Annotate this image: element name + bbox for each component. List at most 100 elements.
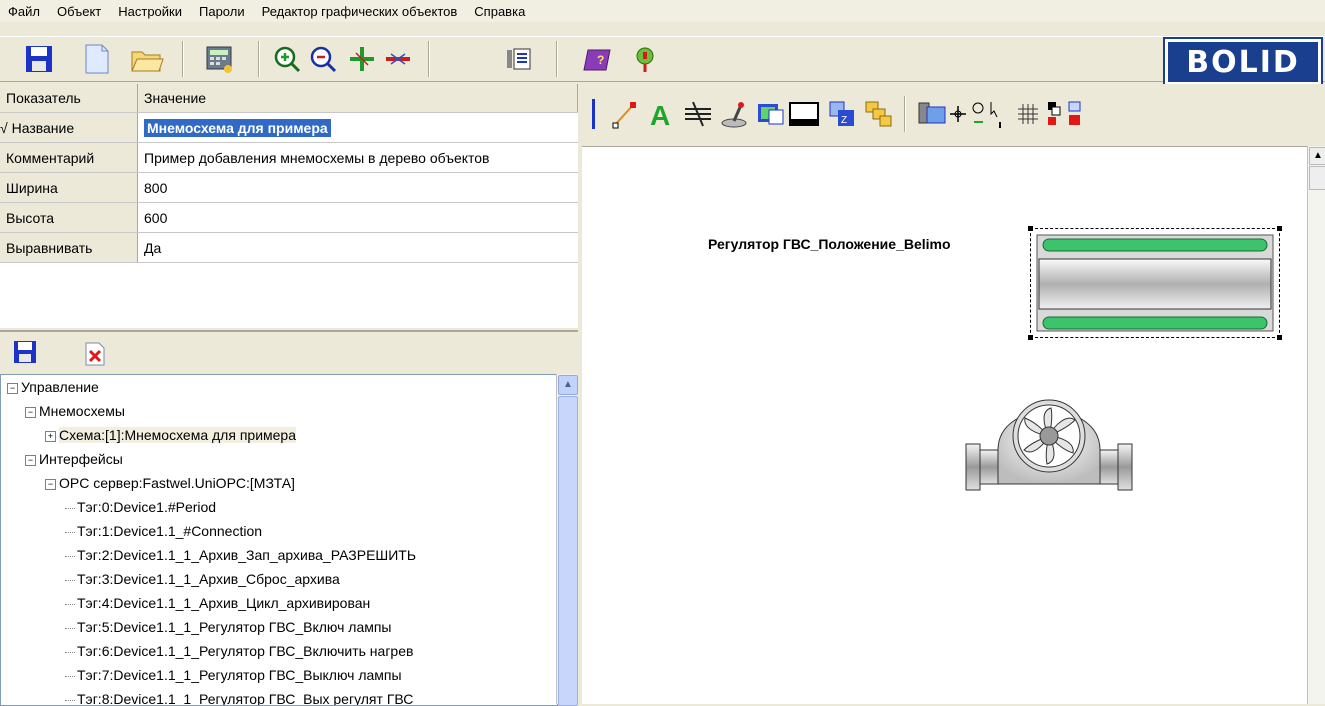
menu-graphics-editor[interactable]: Редактор графических объектов [254, 4, 467, 19]
valve-belimo-widget[interactable] [1028, 226, 1282, 340]
grid-icon[interactable] [1012, 98, 1044, 130]
tree-item[interactable]: Тэг:0:Device1.#Period [1, 495, 557, 519]
tree-item[interactable]: Тэг:6:Device1.1_1_Регулятор ГВС_Включить… [1, 639, 557, 663]
info-icon[interactable] [628, 42, 662, 76]
tree-item[interactable]: Тэг:2:Device1.1_1_Архив_Зап_архива_РАЗРЕ… [1, 543, 557, 567]
resize-handle[interactable] [1028, 335, 1033, 340]
save-icon[interactable] [22, 42, 56, 76]
tree-item[interactable]: Тэг:8:Device1.1_1_Регулятор ГВС_Вых регу… [1, 687, 557, 705]
tree-item-label: OPC сервер:Fastwel.UniOPC:[МЗТА] [59, 475, 295, 491]
tree-item[interactable]: − Интерфейсы [1, 447, 557, 471]
property-row-width[interactable]: Ширина 800 [0, 172, 578, 203]
property-row-align[interactable]: Выравнивать Да [0, 232, 578, 263]
collapse-icon[interactable]: − [25, 406, 36, 418]
resize-handle[interactable] [1277, 226, 1282, 231]
open-folder-icon[interactable] [130, 42, 164, 76]
main-toolbar: ? BOLID [0, 36, 1325, 87]
properties-picture-icon[interactable] [916, 98, 948, 130]
column-header-value[interactable]: Значение [137, 84, 578, 113]
tree-item-label: Интерфейсы [39, 451, 123, 467]
collapse-icon[interactable]: − [45, 478, 56, 490]
tree-item[interactable]: Тэг:7:Device1.1_1_Регулятор ГВС_Выключ л… [1, 663, 557, 687]
tree-item[interactable]: Тэг:5:Device1.1_1_Регулятор ГВС_Включ ла… [1, 615, 557, 639]
svg-text:?: ? [597, 53, 604, 67]
tree-toolbar [0, 330, 578, 374]
tree-item-label: Схема:[1]:Мнемосхема для примера [59, 427, 296, 443]
property-row-height[interactable]: Высота 600 [0, 202, 578, 233]
tree-item-label: Тэг:0:Device1.#Period [77, 499, 217, 515]
rotate-icon[interactable] [968, 98, 988, 130]
property-value[interactable]: Пример добавления мнемосхемы в дерево об… [137, 142, 578, 173]
tree-item[interactable]: − Мнемосхемы [1, 399, 557, 423]
image-tool-icon[interactable] [754, 98, 786, 130]
tree-connector [65, 651, 75, 653]
color-black-white-icon[interactable] [1044, 98, 1066, 130]
menu-settings[interactable]: Настройки [110, 4, 191, 19]
canvas-scrollbar[interactable]: ▲ [1307, 146, 1325, 704]
column-header-indicator[interactable]: Показатель [0, 84, 138, 113]
tree-item[interactable]: − Управление [1, 375, 557, 399]
properties-grid: Показатель Значение √ Название Мнемосхем… [0, 84, 581, 328]
menu-object[interactable]: Объект [49, 4, 110, 19]
tree-item[interactable]: Тэг:4:Device1.1_1_Архив_Цикл_архивирован [1, 591, 557, 615]
pipe-tool-icon[interactable] [682, 98, 714, 130]
property-value[interactable]: 600 [137, 202, 578, 233]
property-value[interactable]: Да [137, 232, 578, 263]
new-document-icon[interactable] [80, 42, 114, 76]
resize-handle[interactable] [1277, 335, 1282, 340]
tree-item[interactable]: − OPC сервер:Fastwel.UniOPC:[МЗТА] [1, 471, 557, 495]
color-blue-red-icon[interactable] [1064, 98, 1086, 130]
scrollbar-thumb[interactable] [1309, 166, 1325, 190]
scroll-up-icon[interactable]: ▲ [558, 375, 578, 395]
pointer-icon[interactable] [986, 98, 1006, 130]
tree-connector [65, 603, 75, 605]
line-tool-icon[interactable] [610, 98, 642, 130]
scheme-canvas[interactable] [582, 84, 1325, 704]
calculator-icon[interactable] [202, 42, 236, 76]
move-icon[interactable] [948, 98, 968, 130]
joystick-tool-icon[interactable] [718, 98, 750, 130]
bring-front-icon[interactable]: Z [826, 98, 858, 130]
menu-file[interactable]: Файл [0, 4, 49, 19]
properties-list-icon[interactable] [502, 42, 536, 76]
property-label: Комментарий [0, 142, 138, 173]
collapse-icon[interactable]: − [25, 454, 36, 466]
tree-item-label: Тэг:2:Device1.1_1_Архив_Зап_архива_РАЗРЕ… [77, 547, 417, 563]
tree-item[interactable]: Тэг:3:Device1.1_1_Архив_Сброс_архива [1, 567, 557, 591]
property-row-comment[interactable]: Комментарий Пример добавления мнемосхемы… [0, 142, 578, 173]
fan-widget[interactable] [964, 378, 1134, 505]
property-row-name[interactable]: √ Название Мнемосхема для примера [0, 112, 578, 143]
property-label: Выравнивать [0, 232, 138, 263]
tree-item[interactable]: + Схема:[1]:Мнемосхема для примера [1, 423, 557, 447]
resize-handle[interactable] [1028, 226, 1033, 231]
help-book-icon[interactable]: ? [582, 42, 616, 76]
object-tree: − Управление − Мнемосхемы + Схема:[1]:Мнемосх… [0, 374, 558, 706]
menu-help[interactable]: Справка [466, 4, 534, 19]
scrollbar-thumb[interactable] [558, 396, 578, 706]
tree-item-label: Тэг:5:Device1.1_1_Регулятор ГВС_Включ ла… [77, 619, 392, 635]
delete-element-icon[interactable] [381, 42, 415, 76]
tree-item[interactable]: Тэг:1:Device1.1_#Connection [1, 519, 557, 543]
menu-passwords[interactable]: Пароли [191, 4, 254, 19]
group-objects-icon[interactable] [862, 98, 894, 130]
property-label: Высота [0, 202, 138, 233]
save-icon[interactable] [12, 339, 38, 368]
tree-connector [65, 579, 75, 581]
zoom-out-icon[interactable] [306, 42, 340, 76]
tree-item-label: Тэг:3:Device1.1_1_Архив_Сброс_архива [77, 571, 340, 587]
collapse-icon[interactable]: − [7, 382, 18, 394]
tree-connector [65, 555, 75, 557]
tree-connector [65, 699, 75, 701]
scroll-up-icon[interactable]: ▲ [1309, 147, 1325, 165]
expand-icon[interactable]: + [45, 430, 56, 442]
valve-label[interactable]: Регулятор ГВС_Положение_Belimo [708, 236, 951, 252]
delete-icon[interactable] [84, 341, 106, 370]
add-element-icon[interactable] [345, 42, 379, 76]
panel-tool-icon[interactable] [788, 98, 820, 130]
tree-connector [65, 627, 75, 629]
property-value-input[interactable]: Мнемосхема для примера [144, 118, 331, 137]
tree-scrollbar[interactable]: ▲ [556, 374, 578, 706]
zoom-in-icon[interactable] [270, 42, 304, 76]
property-value[interactable]: 800 [137, 172, 578, 203]
text-tool-icon[interactable]: A [646, 98, 678, 130]
